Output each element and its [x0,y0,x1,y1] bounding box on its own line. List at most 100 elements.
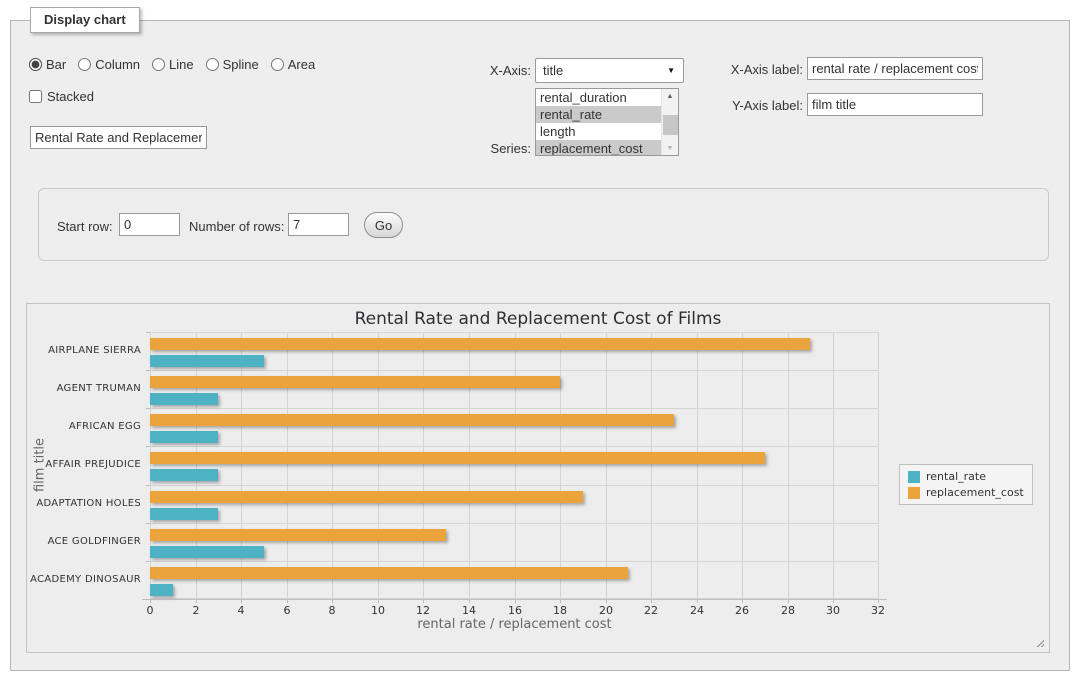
x-axis-select[interactable]: title ▼ [535,58,684,83]
x-axis-tick [833,600,834,603]
y-axis-label-input[interactable] [807,93,983,116]
x-tick-label: 0 [130,604,170,617]
x-tick-label: 16 [495,604,535,617]
x-tick-label: 12 [403,604,443,617]
gridline [150,523,879,524]
chart-type-label-spline: Spline [223,57,259,72]
x-axis-tick [150,600,151,603]
x-tick-label: 30 [813,604,853,617]
legend-item-rental_rate[interactable]: rental_rate [908,470,1024,483]
y-axis-tick [146,485,150,486]
panel-title: Display chart [30,7,140,33]
y-category-label: ACE GOLDFINGER [27,536,141,548]
series-option-rental_duration[interactable]: rental_duration [536,89,662,106]
y-axis-tick [146,561,150,562]
y-axis-tick [146,370,150,371]
bar-rental_rate-african-egg [150,431,218,443]
gridline [150,485,879,486]
gridline [469,332,470,599]
x-axis-select-label: X-Axis: [443,63,531,78]
gridline [287,332,288,599]
legend-item-replacement_cost[interactable]: replacement_cost [908,486,1024,499]
y-axis-tick [146,446,150,447]
gridline [241,332,242,599]
x-axis-tick [606,600,607,603]
go-button[interactable]: Go [364,212,403,238]
x-axis-tick [651,600,652,603]
y-category-label: AGENT TRUMAN [27,383,141,395]
bar-replacement_cost-ace-goldfinger [150,529,446,541]
chart-type-radio-line[interactable] [152,58,165,71]
chart-type-radio-column[interactable] [78,58,91,71]
chart-type-option-line[interactable]: Line [152,57,194,72]
gridline [515,332,516,599]
x-tick-label: 24 [677,604,717,617]
gridline [606,332,607,599]
chart-type-label-bar: Bar [46,57,66,72]
start-row-input[interactable] [119,213,180,236]
gridline [697,332,698,599]
gridline [423,332,424,599]
bar-rental_rate-agent-truman [150,393,218,405]
scrollbar-up-icon[interactable]: ▲ [662,89,678,103]
legend-swatch-rental_rate [908,471,920,483]
x-tick-label: 18 [540,604,580,617]
y-axis-label-caption: Y-Axis label: [718,98,803,113]
chart-type-radio-spline[interactable] [206,58,219,71]
stacked-label: Stacked [47,89,94,104]
y-axis-tick [146,332,150,333]
x-axis-tick [697,600,698,603]
chart-title-input[interactable] [30,126,207,149]
x-axis-tick [560,600,561,603]
scrollbar-down-icon[interactable]: ▼ [662,141,678,155]
listbox-scrollbar[interactable]: ▲ ▼ [661,89,678,155]
chart-type-label-line: Line [169,57,194,72]
series-option-replacement_cost[interactable]: replacement_cost [536,140,662,156]
chart-type-radio-bar[interactable] [29,58,42,71]
x-tick-label: 8 [312,604,352,617]
chart-type-option-area[interactable]: Area [271,57,315,72]
number-of-rows-label: Number of rows: [189,219,284,234]
chart-title: Rental Rate and Replacement Cost of Film… [27,309,1049,329]
gridline [150,332,879,333]
x-axis-tick [515,600,516,603]
y-axis-tick [146,408,150,409]
x-axis-tick [378,600,379,603]
series-option-rental_rate[interactable]: rental_rate [536,106,662,123]
gridline [150,446,879,447]
resize-grip-icon[interactable] [1034,637,1044,647]
x-tick-label: 14 [449,604,489,617]
stacked-checkbox-row[interactable]: Stacked [29,89,94,104]
gridline [833,332,834,599]
legend-swatch-replacement_cost [908,487,920,499]
scrollbar-thumb[interactable] [663,115,678,135]
x-tick-label: 32 [858,604,898,617]
series-select-label: Series: [443,141,531,156]
x-axis-tick [788,600,789,603]
gridline [742,332,743,599]
bar-rental_rate-adaptation-holes [150,508,218,520]
x-axis-label-input[interactable] [807,57,983,80]
chart-type-option-bar[interactable]: Bar [29,57,66,72]
bar-rental_rate-academy-dinosaur [150,584,173,596]
bar-replacement_cost-adaptation-holes [150,491,583,503]
number-of-rows-input[interactable] [288,213,349,236]
bar-replacement_cost-airplane-sierra [150,338,810,350]
chart-type-option-spline[interactable]: Spline [206,57,259,72]
x-axis-tick [469,600,470,603]
chart-type-radio-area[interactable] [271,58,284,71]
gridline [878,332,879,599]
series-option-length[interactable]: length [536,123,662,140]
series-multiselect[interactable]: rental_durationrental_ratelengthreplacem… [535,88,679,156]
legend-label-rental_rate: rental_rate [926,470,986,483]
bar-rental_rate-affair-prejudice [150,469,218,481]
y-category-label: ACADEMY DINOSAUR [27,574,141,586]
chart-plot-area [150,332,879,599]
chart-container: Rental Rate and Replacement Cost of Film… [26,303,1050,653]
y-category-label: AFFAIR PREJUDICE [27,459,141,471]
chart-type-option-column[interactable]: Column [78,57,140,72]
stacked-checkbox[interactable] [29,90,42,103]
chart-legend: rental_rate replacement_cost [899,464,1033,505]
gridline [150,370,879,371]
y-category-label: AFRICAN EGG [27,421,141,433]
